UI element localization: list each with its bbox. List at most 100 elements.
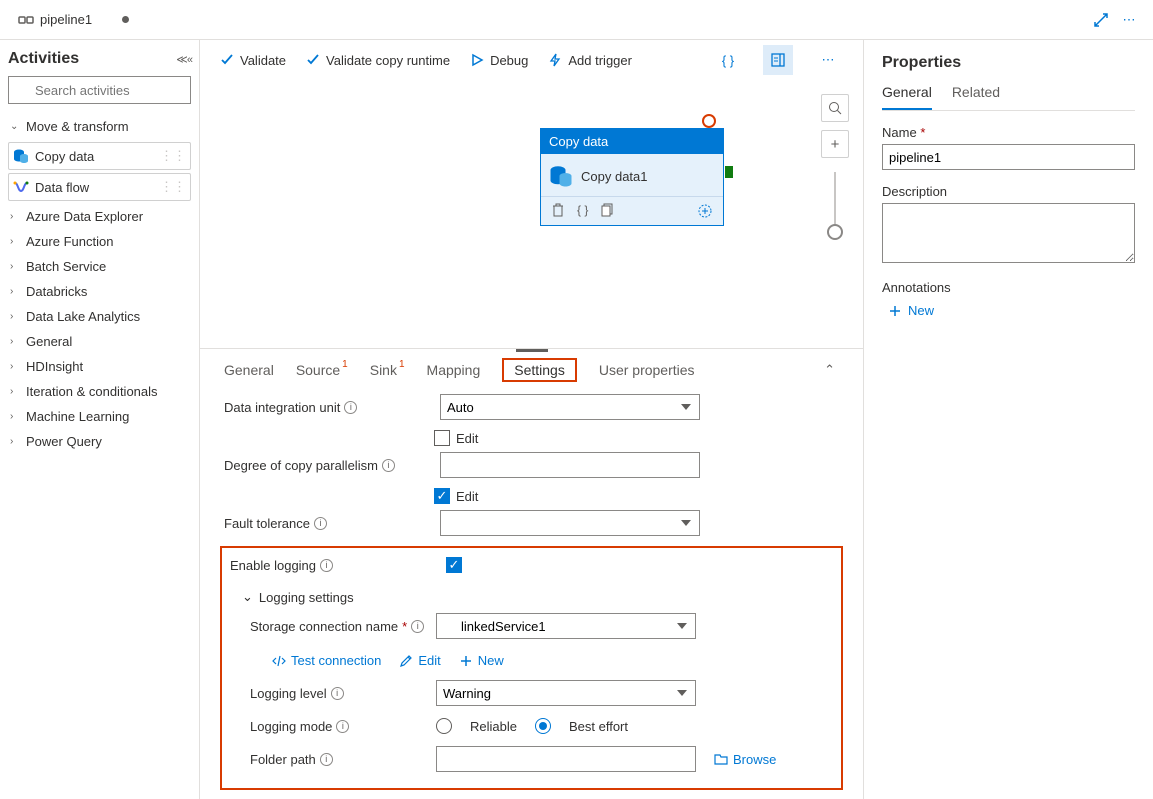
group-databricks[interactable]: ›Databricks (8, 279, 191, 304)
chevron-right-icon: › (10, 211, 20, 222)
info-icon[interactable]: i (382, 459, 395, 472)
pipeline-description-input[interactable] (882, 203, 1135, 263)
pipeline-tab-label: pipeline1 (40, 12, 92, 27)
add-action-icon[interactable] (697, 203, 713, 219)
zoom-slider[interactable] (834, 172, 836, 232)
lightning-icon (548, 53, 562, 67)
tab-general[interactable]: General (224, 352, 274, 388)
tab-user-properties[interactable]: User properties (599, 352, 695, 388)
zoom-fit-button[interactable] (821, 94, 849, 122)
properties-tab-related[interactable]: Related (952, 84, 1000, 110)
tab-mapping[interactable]: Mapping (427, 352, 481, 388)
test-connection-icon (272, 654, 286, 668)
chevron-right-icon: › (10, 311, 20, 322)
logging-mode-best-effort-radio[interactable] (535, 718, 551, 734)
folder-icon (714, 752, 728, 766)
chevron-right-icon: › (10, 386, 20, 397)
drag-grip-icon: ⋮⋮ (160, 148, 186, 164)
chevron-down-icon: ⌄ (10, 121, 20, 132)
edit-connection-button[interactable]: Edit (399, 653, 440, 668)
copy-data-icon (549, 164, 573, 188)
diu-edit-checkbox[interactable] (434, 430, 450, 446)
info-icon[interactable]: i (320, 753, 333, 766)
debug-button[interactable]: Debug (470, 53, 528, 68)
chevron-right-icon: › (10, 336, 20, 347)
group-batch-service[interactable]: ›Batch Service (8, 254, 191, 279)
pipeline-tab[interactable]: pipeline1 (10, 12, 137, 28)
pipeline-name-input[interactable] (882, 144, 1135, 170)
info-icon[interactable]: i (314, 517, 327, 530)
json-code-button[interactable]: { } (713, 45, 743, 75)
new-connection-button[interactable]: New (459, 653, 504, 668)
check-icon (306, 53, 320, 67)
chevron-right-icon: › (10, 261, 20, 272)
plus-icon (459, 654, 473, 668)
logging-level-select[interactable]: Warning (436, 680, 696, 706)
zoom-in-button[interactable]: + (821, 130, 849, 158)
info-icon[interactable]: i (320, 559, 333, 572)
collapse-sidebar-icon[interactable]: ≪ « (176, 53, 191, 66)
copy-data-icon (13, 148, 29, 164)
validate-runtime-button[interactable]: Validate copy runtime (306, 53, 450, 68)
group-azure-data-explorer[interactable]: ›Azure Data Explorer (8, 204, 191, 229)
expand-icon[interactable] (1087, 6, 1115, 34)
edit-icon (399, 654, 413, 668)
copy-icon[interactable] (600, 203, 614, 217)
group-general[interactable]: ›General (8, 329, 191, 354)
collapse-detail-icon[interactable]: ⌃ (824, 362, 839, 378)
dop-edit-checkbox[interactable]: ✓ (434, 488, 450, 504)
node-header: Copy data (541, 129, 723, 154)
code-icon[interactable]: { } (577, 203, 588, 219)
chevron-right-icon: › (10, 286, 20, 297)
chevron-right-icon: › (10, 236, 20, 247)
more-actions-button[interactable]: ⋯ (813, 45, 843, 75)
diu-select[interactable]: Auto (440, 394, 700, 420)
play-icon (470, 53, 484, 67)
group-machine-learning[interactable]: ›Machine Learning (8, 404, 191, 429)
new-annotation-button[interactable]: New (882, 299, 1135, 322)
chevron-right-icon: › (10, 436, 20, 447)
activities-search-input[interactable] (8, 76, 191, 104)
folder-path-input[interactable] (436, 746, 696, 772)
group-data-lake-analytics[interactable]: ›Data Lake Analytics (8, 304, 191, 329)
unsaved-dot-icon (122, 16, 129, 23)
chevron-down-icon: ⌄ (242, 589, 253, 605)
group-iteration-conditionals[interactable]: ›Iteration & conditionals (8, 379, 191, 404)
browse-button[interactable]: Browse (714, 752, 776, 767)
info-icon[interactable]: i (411, 620, 424, 633)
copy-data-node[interactable]: Copy data Copy data1 { } (540, 128, 724, 226)
storage-connection-select[interactable]: linkedService1 (436, 613, 696, 639)
test-connection-button[interactable]: Test connection (272, 653, 381, 668)
fault-tolerance-select[interactable] (440, 510, 700, 536)
add-trigger-button[interactable]: Add trigger (548, 53, 632, 68)
validate-button[interactable]: Validate (220, 53, 286, 68)
activities-title: Activities (8, 50, 79, 68)
drag-grip-icon: ⋮⋮ (160, 179, 186, 195)
properties-tab-general[interactable]: General (882, 84, 932, 110)
delete-icon[interactable] (551, 203, 565, 217)
node-title: Copy data1 (581, 169, 648, 184)
activity-copy-data[interactable]: Copy data ⋮⋮ (8, 142, 191, 170)
tab-settings[interactable]: Settings (502, 358, 577, 382)
activity-data-flow[interactable]: Data flow ⋮⋮ (8, 173, 191, 201)
group-azure-function[interactable]: ›Azure Function (8, 229, 191, 254)
group-move-transform[interactable]: ⌄ Move & transform (8, 114, 191, 139)
more-icon[interactable]: ⋯ (1115, 6, 1143, 34)
tab-sink[interactable]: Sink1 (370, 352, 405, 388)
logging-settings-toggle[interactable]: ⌄ Logging settings (222, 579, 841, 607)
info-icon[interactable]: i (344, 401, 357, 414)
properties-icon (770, 52, 786, 68)
node-error-icon (702, 114, 716, 128)
info-icon[interactable]: i (336, 720, 349, 733)
properties-title: Properties (882, 54, 1135, 72)
info-icon[interactable]: i (331, 687, 344, 700)
logging-mode-reliable-radio[interactable] (436, 718, 452, 734)
dop-input[interactable] (440, 452, 700, 478)
properties-toggle-button[interactable] (763, 45, 793, 75)
data-flow-icon (13, 179, 29, 195)
group-hdinsight[interactable]: ›HDInsight (8, 354, 191, 379)
group-power-query[interactable]: ›Power Query (8, 429, 191, 454)
tab-source[interactable]: Source1 (296, 352, 348, 388)
node-output-port[interactable] (725, 166, 733, 178)
enable-logging-checkbox[interactable]: ✓ (446, 557, 462, 573)
